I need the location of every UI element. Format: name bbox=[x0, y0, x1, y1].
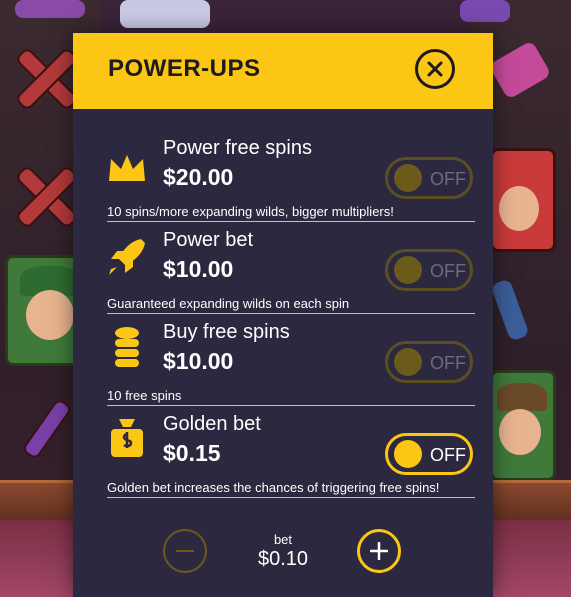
row-divider bbox=[107, 405, 475, 406]
plus-icon bbox=[370, 542, 388, 560]
power-ups-modal: POWER-UPS Power free spins $20.00 10 spi… bbox=[73, 33, 493, 597]
powerup-name: Golden bet bbox=[163, 413, 261, 435]
row-divider bbox=[107, 313, 475, 314]
powerup-name: Power free spins bbox=[163, 137, 312, 159]
powerup-row-golden-bet: Golden bet $0.15 Golden bet increases th… bbox=[73, 413, 493, 505]
minus-icon bbox=[176, 550, 194, 552]
powerup-description: 10 spins/more expanding wilds, bigger mu… bbox=[107, 204, 394, 219]
modal-header: POWER-UPS bbox=[73, 33, 493, 109]
powerup-price: $10.00 bbox=[163, 256, 234, 282]
bet-value: $0.10 bbox=[257, 548, 309, 570]
bet-decrease-button[interactable] bbox=[163, 529, 207, 573]
powerup-description: 10 free spins bbox=[107, 388, 182, 403]
modal-title: POWER-UPS bbox=[108, 55, 261, 82]
close-icon bbox=[427, 61, 443, 77]
toggle-label: OFF bbox=[430, 261, 466, 281]
toggle-label: OFF bbox=[430, 169, 466, 189]
money-bag-icon bbox=[111, 419, 143, 457]
bet-label: bet bbox=[273, 532, 293, 547]
close-button[interactable] bbox=[415, 49, 455, 89]
character-symbol bbox=[120, 0, 210, 28]
powerup-description: Guaranteed expanding wilds on each spin bbox=[107, 296, 350, 311]
toggle-knob bbox=[394, 164, 422, 192]
powerup-row-power-bet: Power bet $10.00 Guaranteed expanding wi… bbox=[73, 229, 493, 321]
toggle-label: OFF bbox=[430, 353, 466, 373]
row-divider bbox=[107, 497, 475, 498]
character-symbol bbox=[15, 0, 85, 18]
powerup-row-power-free-spins: Power free spins $20.00 10 spins/more ex… bbox=[73, 137, 493, 229]
power-free-spins-toggle[interactable]: OFF bbox=[385, 157, 473, 199]
coin-stack-icon bbox=[115, 327, 139, 367]
toggle-knob bbox=[394, 256, 422, 284]
wand-symbol bbox=[460, 0, 510, 22]
power-bet-toggle[interactable]: OFF bbox=[385, 249, 473, 291]
rocket-icon bbox=[109, 239, 145, 275]
powerup-name: Buy free spins bbox=[163, 321, 290, 343]
powerup-name: Power bet bbox=[163, 229, 254, 251]
miner-character-symbol bbox=[490, 370, 556, 481]
crown-icon bbox=[109, 155, 145, 181]
toggle-label: OFF bbox=[430, 445, 466, 465]
powerup-row-buy-free-spins: Buy free spins $10.00 10 free spins OFF bbox=[73, 321, 493, 413]
powerup-price: $20.00 bbox=[163, 164, 234, 190]
row-divider bbox=[107, 221, 475, 222]
powerup-price: $10.00 bbox=[163, 348, 234, 374]
bet-increase-button[interactable] bbox=[357, 529, 401, 573]
toggle-knob bbox=[394, 348, 422, 376]
toggle-knob bbox=[394, 440, 422, 468]
buy-free-spins-toggle[interactable]: OFF bbox=[385, 341, 473, 383]
powerup-price: $0.15 bbox=[163, 440, 221, 466]
golden-bet-toggle[interactable]: OFF bbox=[385, 433, 473, 475]
powerup-description: Golden bet increases the chances of trig… bbox=[107, 480, 440, 495]
red-hair-character-symbol bbox=[490, 148, 556, 252]
